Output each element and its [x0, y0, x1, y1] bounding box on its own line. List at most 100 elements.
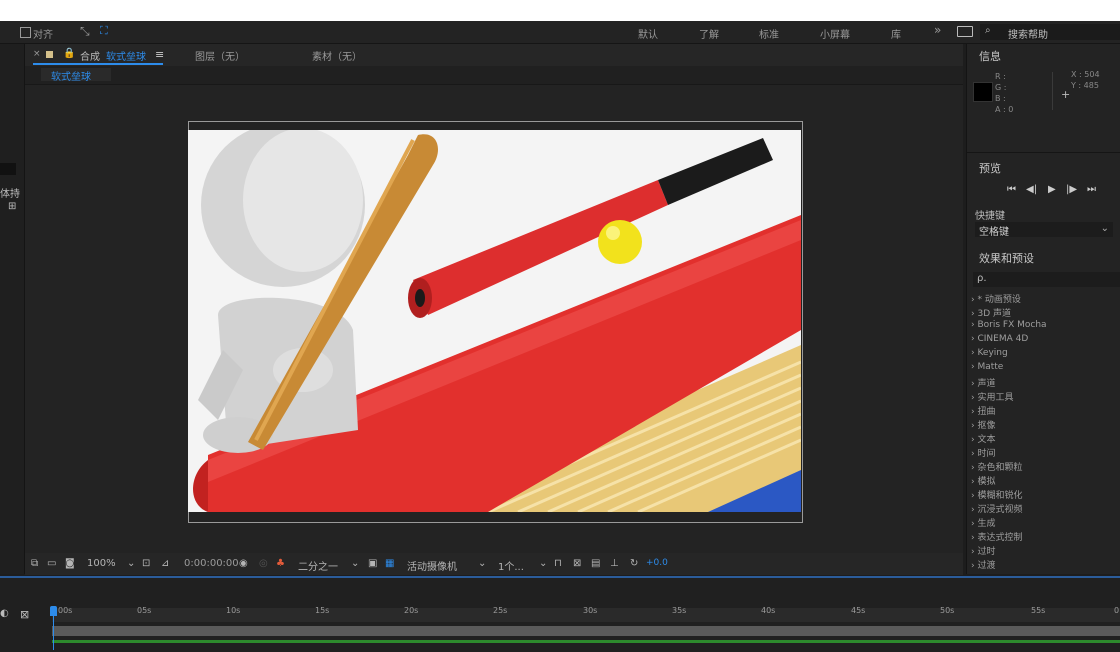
camera-value[interactable]: 活动摄像机 — [407, 558, 457, 573]
effect-category[interactable]: › Keying — [971, 348, 1008, 358]
effect-category[interactable]: › 模拟 — [971, 474, 995, 487]
workspace-default[interactable]: 默认 — [638, 26, 658, 41]
close-tab-icon[interactable]: × — [33, 49, 41, 59]
composition-viewer[interactable] — [25, 85, 963, 551]
comp-nav-label: 软式垒球 — [51, 72, 91, 83]
composition-navigator: 软式垒球 — [25, 66, 963, 85]
workspace-libraries[interactable]: 库 — [891, 26, 901, 41]
effect-category[interactable]: › 生成 — [971, 516, 995, 529]
effect-category[interactable]: › CINEMA 4D — [971, 334, 1028, 344]
comp-nav-tab[interactable]: 软式垒球 — [41, 68, 111, 83]
camera-dropdown-icon[interactable]: ⌄ — [478, 558, 486, 569]
shortcut-dropdown[interactable]: 空格键 ⌄ — [975, 222, 1113, 238]
last-frame-icon[interactable]: ⏭ — [1087, 184, 1096, 195]
transparency-grid-icon[interactable]: ▦ — [385, 558, 394, 569]
work-area-bar[interactable] — [52, 626, 1120, 636]
more-workspaces-icon[interactable]: » — [934, 23, 941, 37]
fast-preview-icon[interactable]: ⊠ — [573, 558, 581, 569]
comp-tab-name[interactable]: 软式垒球 — [106, 48, 146, 63]
align-checkbox[interactable] — [20, 27, 31, 38]
views-value[interactable]: 1个... — [498, 558, 524, 573]
effect-category[interactable]: › * 动画预设 — [971, 292, 1021, 305]
lock-icon[interactable]: 🔒 — [63, 48, 75, 59]
effect-category[interactable]: › 扭曲 — [971, 404, 995, 417]
timeline-panel: ◐ ⊠ 00s 05s 10s 15s 20s 25s 30s 35s 40s … — [0, 576, 1120, 652]
fit-icon[interactable]: ⊡ — [142, 558, 150, 569]
toggle-pixel-icon[interactable]: ⊓ — [554, 558, 562, 569]
effects-search-field[interactable]: ρ. — [973, 272, 1120, 287]
effect-category[interactable]: › 文本 — [971, 432, 995, 445]
next-frame-icon[interactable]: |▶ — [1066, 184, 1077, 195]
tick-label: 40s — [761, 606, 776, 615]
footage-tab[interactable]: 素材（无） — [312, 48, 362, 63]
reset-exposure-icon[interactable]: ↻ — [630, 558, 638, 569]
left-strip-label: 体持 — [0, 189, 20, 200]
region-of-interest-icon[interactable]: ▣ — [368, 558, 377, 569]
effect-category[interactable]: › 沉浸式视频 — [971, 502, 1022, 515]
time-ruler[interactable]: 00s 05s 10s 15s 20s 25s 30s 35s 40s 45s … — [52, 606, 1120, 622]
effect-category[interactable]: › 过渡 — [971, 558, 995, 571]
layer-tab[interactable]: 图层（无） — [195, 48, 245, 63]
comp-flowchart-icon[interactable]: ⊠ — [20, 608, 29, 621]
chevron-down-icon: ⌄ — [1100, 223, 1109, 234]
play-icon[interactable]: ▶ — [1048, 184, 1056, 195]
zoom-dropdown-icon[interactable]: ⌄ — [127, 558, 135, 569]
left-panel-strip: 体持 ⊞ — [0, 44, 25, 574]
zoom-value[interactable]: 100% — [87, 558, 116, 569]
resolution-value[interactable]: 二分之一 — [298, 558, 338, 573]
effect-category[interactable]: › Matte — [971, 362, 1003, 372]
always-preview-icon[interactable]: ⧉ — [31, 558, 38, 569]
help-search-field[interactable]: ⌕ 搜索帮助 — [980, 24, 1120, 41]
color-channels-icon[interactable]: ♣ — [276, 558, 285, 569]
resolution-dropdown-icon[interactable]: ⌄ — [351, 558, 359, 569]
previous-frame-icon[interactable]: ◀| — [1026, 184, 1037, 195]
align-label: 对齐 — [33, 30, 53, 41]
tick-label: 55s — [1031, 606, 1046, 615]
comp-tab-prefix[interactable]: 合成 — [80, 48, 100, 63]
tick-label: 30s — [583, 606, 598, 615]
info-divider — [1052, 72, 1053, 110]
flowchart-icon[interactable]: ⊥ — [610, 558, 619, 569]
timeline-icon[interactable]: ▤ — [591, 558, 600, 569]
tab-menu-icon[interactable]: ≡ — [155, 48, 164, 61]
timecode[interactable]: 0:00:00:00 — [184, 558, 239, 569]
left-strip-swatch — [0, 163, 16, 175]
composition-tab-bar: × 🔒 合成 软式垒球 ≡ 图层（无） 素材（无） — [25, 44, 963, 66]
tick-label: 20s — [404, 606, 419, 615]
tick-label: 45s — [851, 606, 866, 615]
composition-panel: × 🔒 合成 软式垒球 ≡ 图层（无） 素材（无） 软式垒球 ⧉ ▭ ◙ 100… — [25, 44, 963, 575]
effect-category[interactable]: › 抠像 — [971, 418, 995, 431]
comp-color-icon — [46, 51, 53, 58]
effect-category[interactable]: › Boris FX Mocha — [971, 320, 1047, 330]
effect-category[interactable]: › 声道 — [971, 376, 995, 389]
views-dropdown-icon[interactable]: ⌄ — [539, 558, 547, 569]
panel-divider — [967, 152, 1120, 153]
workspace-standard[interactable]: 标准 — [759, 26, 779, 41]
effect-category[interactable]: › 杂色和颗粒 — [971, 460, 1022, 473]
safe-zones-icon[interactable]: ⊿ — [161, 558, 169, 569]
exposure-value[interactable]: +0.0 — [646, 558, 668, 568]
effect-category[interactable]: › 时间 — [971, 446, 995, 459]
tick-label: 25s — [493, 606, 508, 615]
playhead-handle[interactable] — [50, 606, 57, 616]
hierarchy-icon[interactable]: ⊞ — [8, 201, 16, 212]
snap-icon[interactable]: ⤡ — [80, 24, 90, 39]
monitor-icon[interactable]: ▭ — [47, 558, 56, 569]
effect-category[interactable]: › 模糊和锐化 — [971, 488, 1022, 501]
show-snapshot-icon[interactable]: ◎ — [259, 558, 268, 569]
effect-category[interactable]: › 过时 — [971, 544, 995, 557]
mask-toggle-icon[interactable]: ◙ — [65, 558, 75, 569]
first-frame-icon[interactable]: ⏮ — [1007, 184, 1016, 195]
effect-category[interactable]: › 实用工具 — [971, 390, 1013, 403]
snap-options-icon[interactable]: ⛶ — [100, 24, 108, 38]
workspace-learn[interactable]: 了解 — [699, 26, 719, 41]
tick-label: 50s — [940, 606, 955, 615]
solo-icon[interactable]: ◐ — [0, 608, 9, 619]
shortcut-label: 快捷键 — [975, 211, 1005, 222]
effect-category[interactable]: › 表达式控制 — [971, 530, 1022, 543]
workspace-small-screen[interactable]: 小屏幕 — [820, 26, 850, 41]
effect-category[interactable]: › 3D 声道 — [971, 306, 1011, 319]
shortcut-value: 空格键 — [979, 227, 1009, 238]
workspace-panel-icon[interactable] — [957, 26, 973, 37]
snapshot-icon[interactable]: ◉ — [239, 558, 248, 569]
